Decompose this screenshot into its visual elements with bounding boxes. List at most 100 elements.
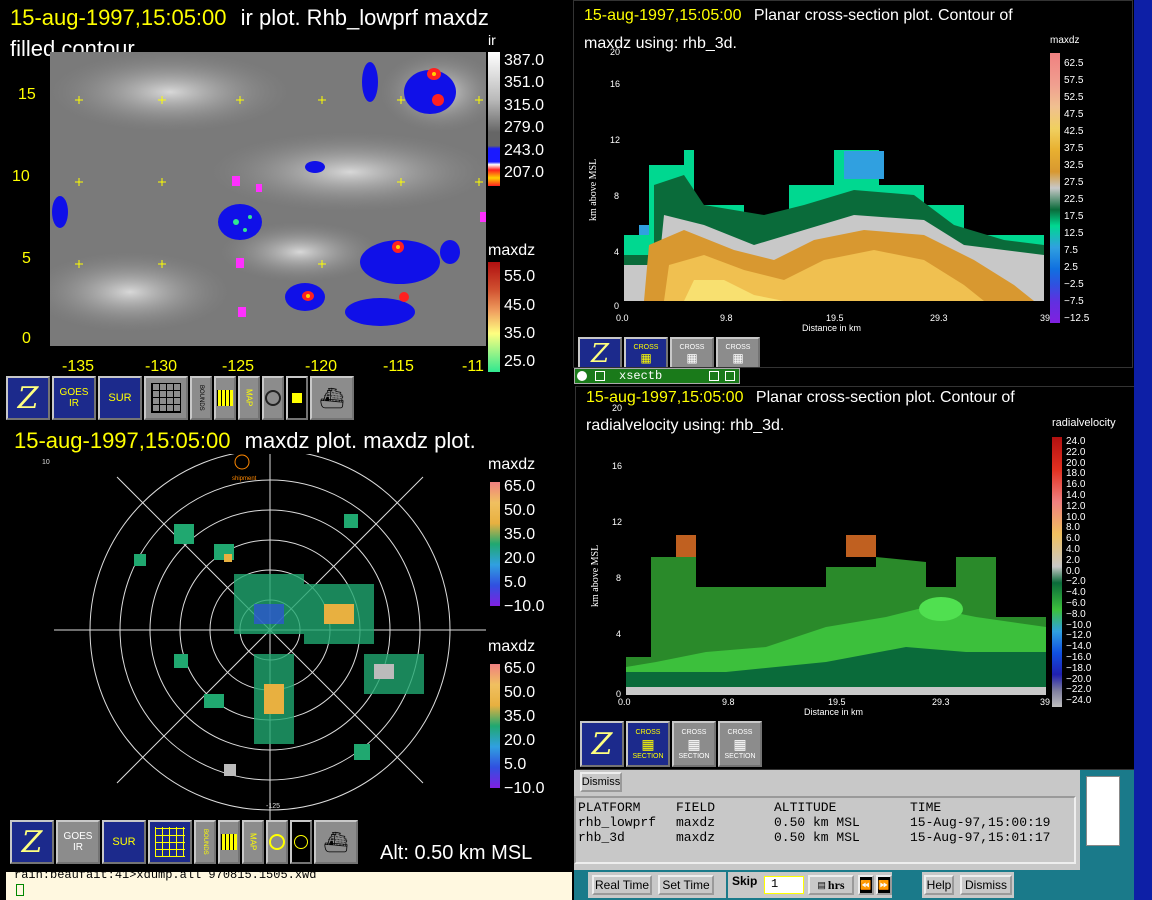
map-button[interactable]: MAP (238, 376, 260, 420)
cross2-toolbar: Z CROSS ▦ SECTION CROSS ▦ SECTION CROSS ▦ SECT… (580, 721, 762, 767)
cross2-x-tick: 9.8 (722, 697, 735, 707)
maxdz-title: maxdz plot. maxdz plot. (244, 428, 476, 453)
dismiss-button[interactable]: Dismiss (580, 772, 622, 792)
xsectb-titlebar[interactable]: xsectb (574, 368, 740, 384)
help-button[interactable]: Help (924, 875, 954, 895)
zoom-button[interactable]: Z (580, 721, 624, 767)
cross-label: CROSS (727, 728, 753, 736)
radar-legend1-value: 50.0 (504, 502, 536, 519)
row-altitude: 0.50 km MSL (774, 830, 860, 845)
cross1-plot[interactable] (624, 55, 1044, 305)
grid2-button[interactable] (214, 376, 236, 420)
cross-label: CROSS (635, 728, 661, 736)
goes-ir-button[interactable]: GOES IR (52, 376, 96, 420)
row-platform: rhb_3d (578, 830, 625, 845)
terminal-window[interactable]: rain:beaufait:41>xdump.all 970815.1505.x… (6, 868, 572, 900)
dz-legend-value: 35.0 (504, 325, 536, 342)
unit-dropdown[interactable]: ▤ hrs (808, 875, 854, 895)
radar-ppi-plot[interactable]: shipment 10 -125 (24, 454, 494, 824)
step-forward-button[interactable]: ⏩ (876, 875, 892, 895)
cross-section-button[interactable]: CROSS ▦ (716, 337, 760, 367)
goes-ir-button[interactable]: GOES IR (56, 820, 100, 864)
ring-icon (265, 390, 281, 406)
cross1-legend-value: 62.5 (1064, 58, 1084, 69)
radar-legend1-title: maxdz (488, 456, 536, 473)
ring-button[interactable] (262, 376, 284, 420)
cube-icon: ▦ (686, 350, 698, 365)
circle-button[interactable] (290, 820, 312, 864)
cross1-legend-value: 47.5 (1064, 109, 1084, 120)
dz-legend-value: 45.0 (504, 297, 536, 314)
xsectb-title: xsectb (619, 369, 663, 383)
step-back-button[interactable]: ⏪ (858, 875, 874, 895)
grid-button[interactable] (144, 376, 188, 420)
cross2-x-tick: 29.3 (932, 697, 950, 707)
map-icon: MAP (248, 833, 258, 851)
set-time-button[interactable]: Set Time (658, 875, 714, 895)
ship-button[interactable]: ⛴ (314, 820, 358, 864)
cross1-legend-value: −12.5 (1064, 313, 1090, 324)
cross-label: CROSS (681, 728, 707, 736)
ship-button[interactable]: ⛴ (310, 376, 354, 420)
cross2-title-line2: radialvelocity using: rhb_3d. (586, 417, 785, 434)
zoom-button[interactable]: Z (6, 376, 50, 420)
map-button[interactable]: MAP (242, 820, 264, 864)
bounds-button[interactable]: BOUNDS (190, 376, 212, 420)
row-field: maxdz (676, 815, 716, 830)
marker-button[interactable] (286, 376, 308, 420)
zoom-button[interactable]: Z (10, 820, 54, 864)
real-time-button[interactable]: Real Time (592, 875, 652, 895)
sur-button[interactable]: SUR (98, 376, 142, 420)
window-icon[interactable] (595, 371, 605, 381)
cross2-plot[interactable] (626, 447, 1046, 697)
cross2-y-tick: 4 (616, 629, 622, 639)
row-field: maxdz (676, 830, 716, 845)
cross2-legend-value: 12.0 (1066, 500, 1086, 512)
ir-legend-value: 279.0 (504, 119, 545, 136)
ir-legend-value: 351.0 (504, 74, 545, 91)
dismiss-main-button[interactable]: Dismiss (960, 875, 1012, 895)
cross-section-button[interactable]: CROSS ▦ (670, 337, 714, 367)
forward-icon: ⏩ (878, 879, 890, 890)
goes-ir-icon: GOES IR (63, 831, 93, 853)
cross1-legend-value: −2.5 (1064, 279, 1084, 290)
ring-button[interactable] (266, 820, 288, 864)
minimize-icon[interactable] (709, 371, 719, 381)
window-menu-icon[interactable] (577, 371, 587, 381)
zoom-button[interactable]: Z (578, 337, 622, 368)
bounds-button[interactable]: BOUNDS (194, 820, 216, 864)
z-icon: Z (590, 339, 610, 368)
dropdown-icon: ▤ (817, 879, 826, 890)
cross2-top-tick: 20 (612, 403, 623, 413)
cross1-x-tick: 39 (1040, 313, 1051, 323)
ir-cloud-field (50, 52, 486, 346)
ship-icon: ⛴ (319, 387, 345, 410)
ship-marker (234, 454, 250, 470)
cross-section-button[interactable]: CROSS ▦ SECTION (626, 721, 670, 767)
tiny-lat-label: 10 (42, 459, 50, 466)
maximize-icon[interactable] (725, 371, 735, 381)
cross1-legend-bar (1050, 53, 1060, 323)
cross-section-maxdz-window: 15-aug-1997,15:05:00 Planar cross-sectio… (573, 0, 1133, 368)
unit-label: hrs (827, 877, 845, 892)
skip-value-input[interactable]: 1 (764, 876, 804, 894)
radar-legend1-value: 5.0 (504, 574, 527, 591)
header-field: FIELD (676, 800, 716, 815)
radar-legend1-bar (490, 482, 500, 606)
sur-button[interactable]: SUR (102, 820, 146, 864)
cross-section-button[interactable]: CROSS ▦ (624, 337, 668, 367)
ir-legend-value: 207.0 (504, 164, 545, 181)
cross-section-button[interactable]: CROSS ▦ SECTION (672, 721, 716, 767)
ship-icon: ⛴ (323, 831, 349, 854)
dz-legend-title: maxdz (488, 242, 536, 259)
cross2-legend-value: 22.0 (1066, 446, 1086, 458)
cross-section-button[interactable]: CROSS ▦ SECTION (718, 721, 762, 767)
desktop-edge (1134, 0, 1152, 900)
grid-button[interactable] (148, 820, 192, 864)
cross1-legend-value: 22.5 (1064, 194, 1084, 205)
cross1-time: 15-aug-1997,15:05:00 (584, 7, 742, 24)
ir-satellite-image[interactable] (50, 52, 486, 346)
terminal-cursor (16, 884, 24, 896)
cross1-top-tick: 20 (610, 47, 621, 57)
grid2-button[interactable] (218, 820, 240, 864)
